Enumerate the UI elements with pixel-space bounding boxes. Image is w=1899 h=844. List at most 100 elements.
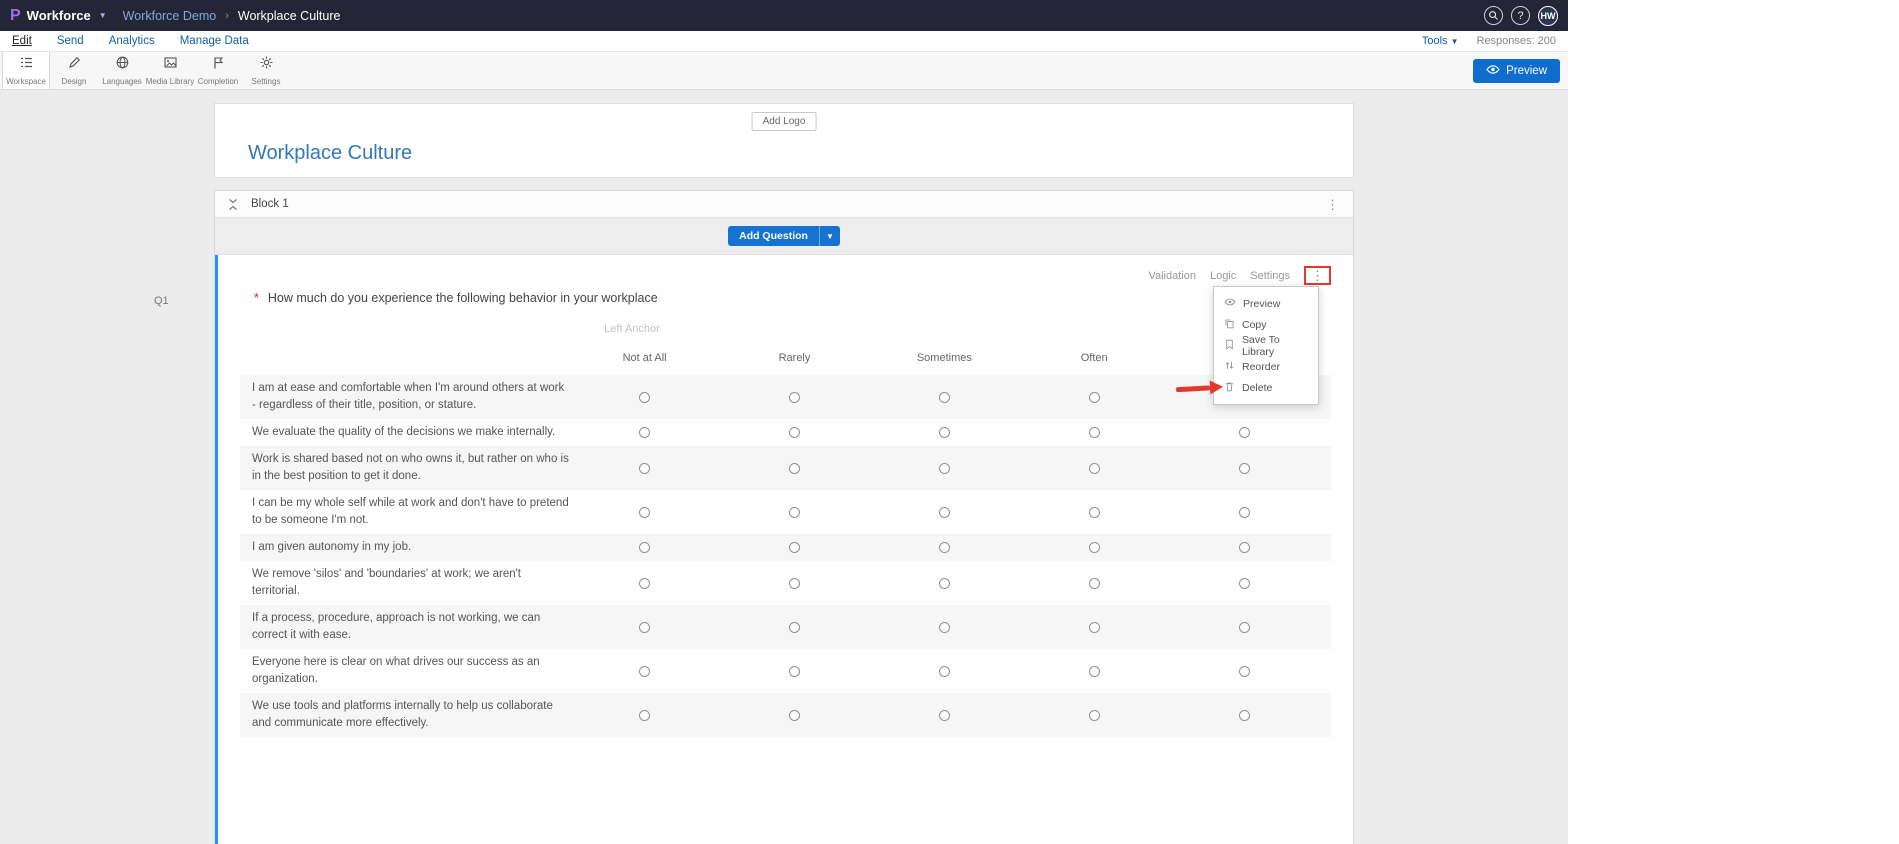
menu-item-copy[interactable]: Copy [1214, 314, 1318, 335]
statement-text[interactable]: We use tools and platforms internally to… [252, 698, 570, 732]
menu-item-save-to-library[interactable]: Save To Library [1214, 335, 1318, 356]
radio-option[interactable] [1089, 427, 1100, 438]
radio-option[interactable] [939, 427, 950, 438]
radio-option[interactable] [1089, 710, 1100, 721]
radio-option[interactable] [789, 507, 800, 518]
radio-option[interactable] [639, 578, 650, 589]
block-header: Block 1 ⋮ [215, 191, 1353, 218]
radio-option[interactable] [1089, 507, 1100, 518]
radio-option[interactable] [1239, 622, 1250, 633]
media-library-icon [163, 55, 178, 75]
radio-option[interactable] [639, 507, 650, 518]
languages-globe-icon [115, 55, 130, 75]
add-question-button[interactable]: Add Question ▼ [728, 226, 840, 246]
radio-option[interactable] [639, 463, 650, 474]
radio-option[interactable] [789, 622, 800, 633]
collapse-block-icon[interactable] [227, 198, 239, 211]
radio-option[interactable] [1089, 578, 1100, 589]
radio-option[interactable] [1089, 392, 1100, 403]
product-logo-icon: P [10, 7, 21, 25]
radio-option[interactable] [1239, 427, 1250, 438]
radio-option[interactable] [789, 578, 800, 589]
statement-text[interactable]: I am given autonomy in my job. [252, 539, 570, 556]
radio-option[interactable] [639, 622, 650, 633]
survey-title[interactable]: Workplace Culture [248, 142, 412, 165]
radio-option[interactable] [639, 710, 650, 721]
radio-option[interactable] [1239, 507, 1250, 518]
radio-option[interactable] [1239, 542, 1250, 553]
question-context-menu: Preview Copy Save To Library Reorder Del… [1213, 286, 1319, 405]
statement-text[interactable]: We remove 'silos' and 'boundaries' at wo… [252, 566, 570, 600]
annotation-highlight-box: ⋮ [1304, 266, 1331, 285]
tab-manage-data[interactable]: Manage Data [180, 35, 249, 47]
question-text[interactable]: How much do you experience the following… [268, 291, 658, 305]
statement-text[interactable]: I can be my whole self while at work and… [252, 495, 570, 529]
search-icon[interactable] [1484, 6, 1503, 25]
question-kebab-icon[interactable]: ⋮ [1311, 269, 1324, 282]
radio-option[interactable] [1089, 666, 1100, 677]
validation-link[interactable]: Validation [1148, 270, 1196, 282]
toolbar-item-languages[interactable]: Languages [98, 52, 146, 89]
statement-text[interactable]: Work is shared based not on who owns it,… [252, 451, 570, 485]
matrix-column-header[interactable]: Often [1019, 352, 1169, 364]
radio-option[interactable] [939, 666, 950, 677]
toolbar-item-media-library[interactable]: Media Library [146, 52, 194, 89]
radio-option[interactable] [1089, 463, 1100, 474]
radio-option[interactable] [939, 578, 950, 589]
radio-option[interactable] [639, 427, 650, 438]
radio-option[interactable] [1239, 463, 1250, 474]
radio-option[interactable] [939, 463, 950, 474]
radio-option[interactable] [939, 392, 950, 403]
radio-option[interactable] [789, 463, 800, 474]
toolbar-item-workspace[interactable]: Workspace [2, 52, 50, 89]
radio-option[interactable] [789, 710, 800, 721]
radio-option[interactable] [789, 666, 800, 677]
menu-item-delete[interactable]: Delete [1214, 377, 1318, 398]
toolbar-item-settings[interactable]: Settings [242, 52, 290, 89]
tab-send[interactable]: Send [57, 35, 84, 47]
radio-option[interactable] [1239, 710, 1250, 721]
left-anchor-row: Left Anchor [218, 323, 1353, 343]
workspace-icon [19, 55, 34, 75]
menu-item-preview[interactable]: Preview [1214, 293, 1318, 314]
radio-option[interactable] [1239, 578, 1250, 589]
statement-text[interactable]: We evaluate the quality of the decisions… [252, 424, 570, 441]
logic-link[interactable]: Logic [1210, 270, 1236, 282]
help-icon[interactable]: ? [1511, 6, 1530, 25]
matrix-column-header[interactable]: Sometimes [869, 352, 1019, 364]
radio-option[interactable] [939, 542, 950, 553]
radio-option[interactable] [789, 542, 800, 553]
statement-text[interactable]: If a process, procedure, approach is not… [252, 610, 570, 644]
avatar[interactable]: HW [1538, 6, 1558, 26]
toolbar-item-completion[interactable]: Completion [194, 52, 242, 89]
brand-menu[interactable]: P Workforce ▼ [0, 7, 123, 25]
tab-analytics[interactable]: Analytics [109, 35, 155, 47]
tab-edit[interactable]: Edit [12, 35, 32, 47]
radio-option[interactable] [1089, 542, 1100, 553]
toolbar-item-design[interactable]: Design [50, 52, 98, 89]
matrix-column-header[interactable]: Not at All [570, 352, 720, 364]
radio-option[interactable] [939, 507, 950, 518]
radio-option[interactable] [639, 392, 650, 403]
block-kebab-icon[interactable]: ⋮ [1326, 198, 1339, 211]
radio-option[interactable] [639, 542, 650, 553]
statement-text[interactable]: I am at ease and comfortable when I'm ar… [252, 380, 570, 414]
block-title: Block 1 [251, 198, 289, 210]
radio-option[interactable] [789, 392, 800, 403]
statement-text[interactable]: Everyone here is clear on what drives ou… [252, 654, 570, 688]
radio-option[interactable] [639, 666, 650, 677]
radio-option[interactable] [1089, 622, 1100, 633]
radio-option[interactable] [939, 710, 950, 721]
preview-button[interactable]: Preview [1473, 59, 1560, 83]
add-logo-button[interactable]: Add Logo [752, 112, 817, 131]
chevron-down-icon[interactable]: ▼ [819, 226, 840, 246]
radio-option[interactable] [789, 427, 800, 438]
radio-option[interactable] [1239, 666, 1250, 677]
left-anchor-placeholder[interactable]: Left Anchor [604, 323, 660, 335]
breadcrumb-parent-link[interactable]: Workforce Demo [123, 9, 217, 23]
menu-item-reorder[interactable]: Reorder [1214, 356, 1318, 377]
tools-menu[interactable]: Tools ▼ [1422, 35, 1459, 47]
settings-link[interactable]: Settings [1250, 270, 1290, 282]
radio-option[interactable] [939, 622, 950, 633]
matrix-column-header[interactable]: Rarely [720, 352, 870, 364]
